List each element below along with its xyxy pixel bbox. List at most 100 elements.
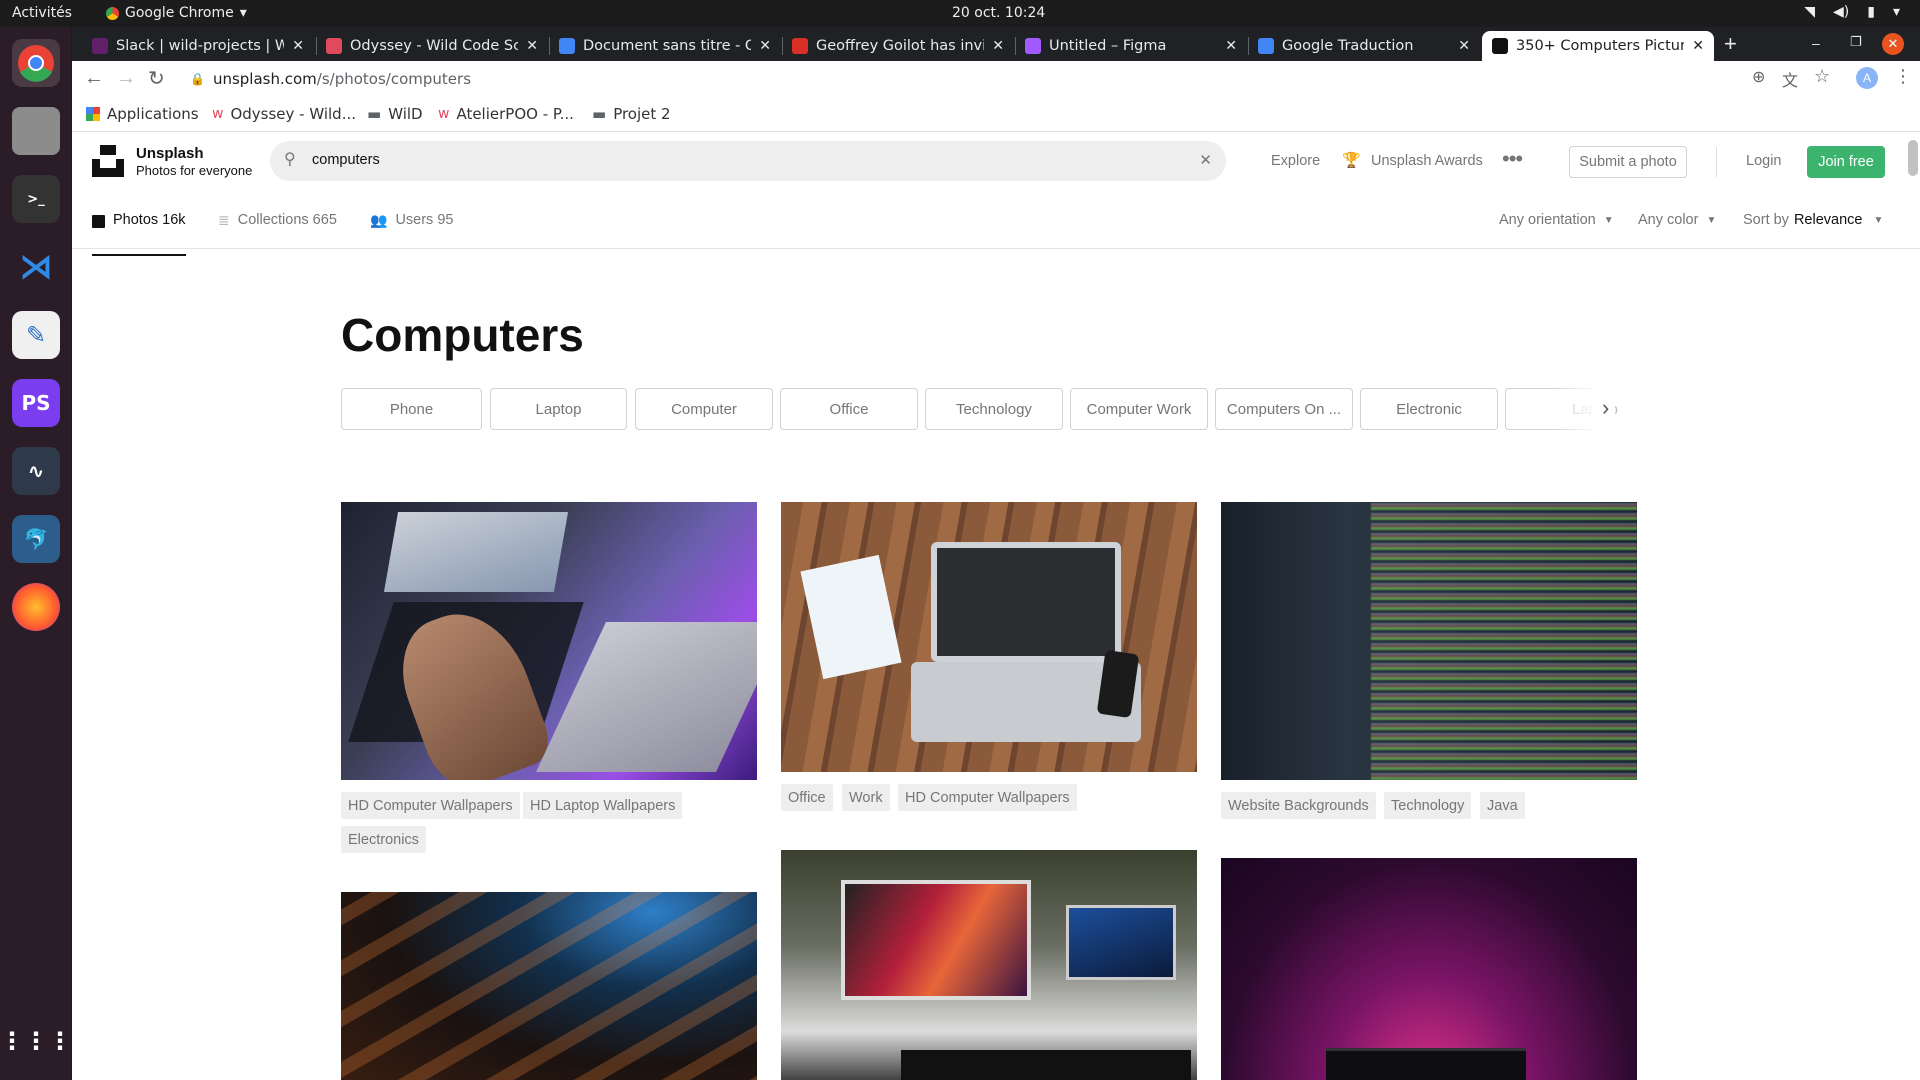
search-bar[interactable]: ⚲ computers ✕ — [270, 141, 1226, 181]
chrome-dock-icon[interactable] — [12, 39, 60, 87]
photo-laptop-typing[interactable] — [341, 502, 757, 780]
dock: >_ ⋊ ✎ PS ∿ 🐬 ⋮⋮⋮ — [0, 27, 72, 1080]
search-icon: ⚲ — [284, 151, 296, 168]
photo-imac-setup[interactable] — [781, 850, 1197, 1080]
translate-page-icon[interactable]: 文 — [1782, 67, 1798, 91]
related-pill[interactable]: Technology — [925, 388, 1063, 430]
related-pill[interactable]: Computer Work — [1070, 388, 1208, 430]
app-name: Google Chrome — [125, 5, 234, 21]
caret-down-icon: ▼ — [1603, 215, 1614, 226]
browser-chrome: Slack | wild-projects | Wil ✕ Odyssey - … — [72, 27, 1920, 132]
photo-tag[interactable]: HD Laptop Wallpapers — [523, 792, 683, 819]
scrollbar-thumb[interactable] — [1908, 140, 1918, 176]
related-pill[interactable]: Electronic — [1360, 388, 1498, 430]
orientation-dropdown[interactable]: Any orientation ▼ — [1499, 212, 1614, 228]
related-pill[interactable]: Computer — [635, 388, 773, 430]
address-bar[interactable]: 🔒 unsplash.com /s/photos/computers — [180, 64, 1740, 94]
photo-code-screen[interactable] — [1221, 502, 1637, 780]
bookmark-atelierpoo[interactable]: ᴡ AtelierPOO - P... — [438, 105, 574, 123]
photo-purple-monitor[interactable] — [1221, 858, 1637, 1080]
install-icon[interactable]: ⊕ — [1752, 67, 1765, 87]
folder-icon: ▬ — [592, 105, 607, 123]
terminal-icon[interactable]: >_ — [12, 175, 60, 223]
bookmark-odyssey[interactable]: ᴡ Odyssey - Wild... — [212, 105, 356, 123]
tab-gmail[interactable]: Geoffrey Goilot has invite ✕ — [782, 31, 1014, 61]
app-menu[interactable]: Google Chrome ▾ — [106, 5, 247, 21]
related-pill[interactable]: Laptop — [490, 388, 627, 430]
tab-title: Google Traduction — [1282, 38, 1414, 54]
chevron-right-icon[interactable]: › — [1602, 395, 1609, 421]
unsplash-logo[interactable] — [92, 145, 124, 177]
close-icon[interactable]: ✕ — [1458, 38, 1470, 54]
browser-toolbar: ← → ↻ 🔒 unsplash.com /s/photos/computers… — [72, 61, 1920, 97]
photo-tag[interactable]: Website Backgrounds — [1221, 792, 1376, 819]
awards-link[interactable]: Unsplash Awards — [1371, 153, 1483, 169]
close-icon[interactable]: ✕ — [759, 38, 771, 54]
bookmark-star-icon[interactable]: ☆ — [1814, 66, 1830, 87]
show-applications-icon[interactable]: ⋮⋮⋮ — [0, 1017, 72, 1065]
system-monitor-icon[interactable]: ∿ — [12, 447, 60, 495]
join-free-button[interactable]: Join free — [1807, 146, 1885, 178]
back-icon[interactable]: ← — [84, 67, 104, 90]
tab-unsplash[interactable]: 350+ Computers Pictures ✕ — [1482, 31, 1714, 61]
photo-tag[interactable]: Work — [842, 784, 890, 811]
page-content: Unsplash Photos for everyone ⚲ computers… — [72, 132, 1920, 1080]
os-top-bar: Activités Google Chrome ▾ 20 oct. 10:24 … — [0, 0, 1920, 27]
odyssey-icon: ᴡ — [212, 106, 224, 122]
vscode-icon[interactable]: ⋊ — [12, 243, 60, 291]
close-icon[interactable]: ✕ — [1692, 38, 1704, 54]
bookmark-projet2[interactable]: ▬ Projet 2 — [592, 105, 671, 123]
tab-title: Slack | wild-projects | Wil — [116, 38, 285, 54]
mysql-workbench-icon[interactable]: 🐬 — [12, 515, 60, 563]
text-editor-icon[interactable]: ✎ — [12, 311, 60, 359]
clear-search-icon[interactable]: ✕ — [1199, 151, 1212, 169]
files-icon[interactable] — [12, 107, 60, 155]
tab-odyssey[interactable]: Odyssey - Wild Code Scho ✕ — [316, 31, 548, 61]
profile-avatar[interactable]: A — [1856, 67, 1878, 89]
tab-photos[interactable]: Photos 16k — [92, 212, 186, 256]
close-icon[interactable]: ✕ — [526, 38, 538, 54]
tab-figma[interactable]: Untitled – Figma ✕ — [1015, 31, 1247, 61]
login-link[interactable]: Login — [1746, 153, 1781, 169]
maximize-icon[interactable]: ❐ — [1850, 34, 1862, 50]
related-pill[interactable]: Phone — [341, 388, 482, 430]
explore-link[interactable]: Explore — [1271, 153, 1320, 169]
browser-menu-icon[interactable]: ⋮ — [1894, 66, 1912, 87]
new-tab-button[interactable]: + — [1724, 31, 1737, 57]
close-icon[interactable]: ✕ — [292, 38, 304, 54]
clock[interactable]: 20 oct. 10:24 — [952, 5, 1045, 21]
system-tray[interactable]: ◥ ◀) ▮ ▾ — [1804, 4, 1900, 20]
window-close-icon[interactable]: ✕ — [1882, 33, 1904, 55]
sort-dropdown[interactable]: Sort by Relevance ▼ — [1743, 212, 1883, 228]
tab-google-docs[interactable]: Document sans titre - Go ✕ — [549, 31, 781, 61]
filter-tabs-divider — [72, 248, 1920, 249]
close-icon[interactable]: ✕ — [992, 38, 1004, 54]
reload-icon[interactable]: ↻ — [148, 66, 165, 91]
photo-tag[interactable]: Office — [781, 784, 833, 811]
minimize-icon[interactable]: – — [1812, 35, 1820, 51]
photo-tag[interactable]: Technology — [1384, 792, 1472, 819]
activities-button[interactable]: Activités — [12, 5, 72, 21]
photo-keyboard-backlit[interactable] — [341, 892, 757, 1080]
related-pill[interactable]: Office — [780, 388, 918, 430]
phpstorm-icon[interactable]: PS — [12, 379, 60, 427]
close-icon[interactable]: ✕ — [1225, 38, 1237, 54]
photo-tag[interactable]: HD Computer Wallpapers — [341, 792, 520, 819]
bookmark-applications[interactable]: Applications — [86, 105, 199, 123]
tab-users[interactable]: 👥 Users 95 — [370, 212, 453, 229]
search-input[interactable]: computers — [312, 152, 380, 168]
firefox-icon[interactable] — [12, 583, 60, 631]
tab-google-translate[interactable]: Google Traduction ✕ — [1248, 31, 1480, 61]
photo-desk-macbook[interactable] — [781, 502, 1197, 772]
tab-collections[interactable]: ≣ Collections 665 — [218, 212, 337, 229]
related-pill[interactable]: Computers On ... — [1215, 388, 1353, 430]
photo-tag[interactable]: Electronics — [341, 826, 426, 853]
submit-photo-button[interactable]: Submit a photo — [1569, 146, 1687, 178]
forward-icon[interactable]: → — [116, 67, 136, 90]
photo-tag[interactable]: HD Computer Wallpapers — [898, 784, 1077, 811]
bookmark-wild[interactable]: ▬ WilD — [367, 105, 423, 123]
more-options-icon[interactable]: ••• — [1502, 146, 1523, 172]
color-dropdown[interactable]: Any color ▼ — [1638, 212, 1716, 228]
tab-slack[interactable]: Slack | wild-projects | Wil ✕ — [82, 31, 314, 61]
photo-tag[interactable]: Java — [1480, 792, 1525, 819]
